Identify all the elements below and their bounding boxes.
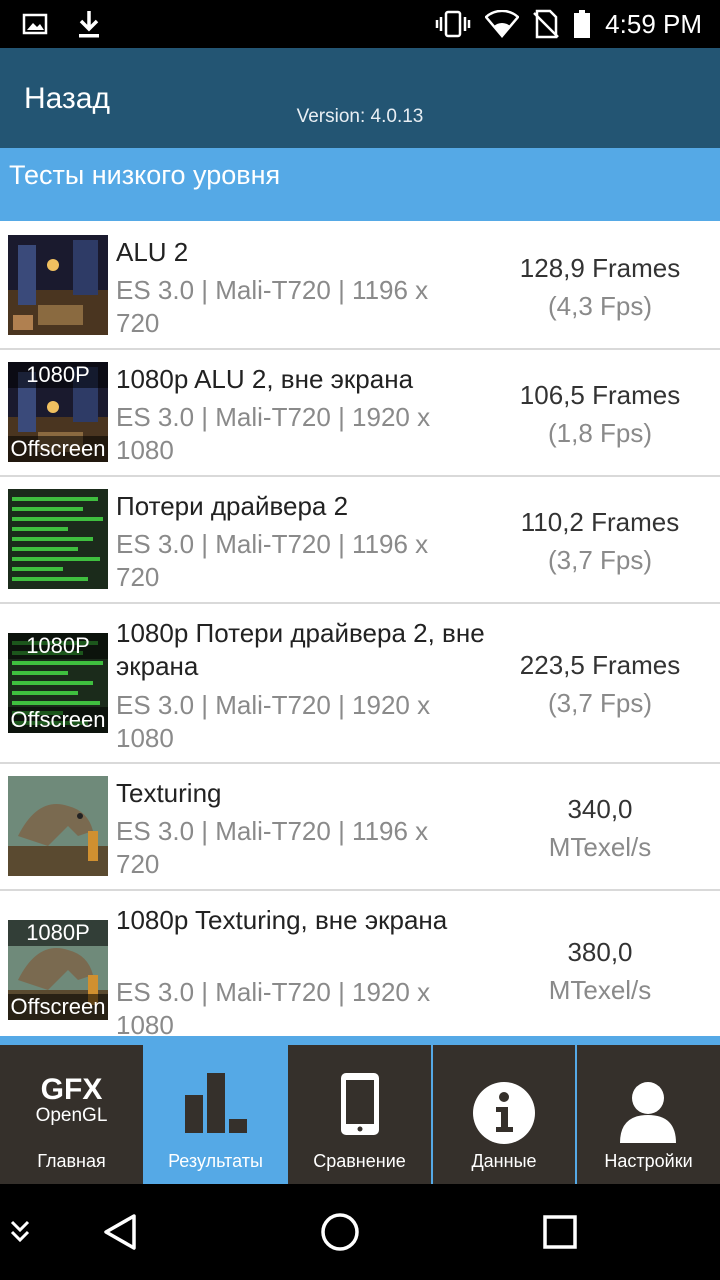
texturing-thumbnail <box>8 776 108 876</box>
tab-label: Данные <box>471 1151 537 1171</box>
result-value: 106,5 Frames <box>519 380 681 410</box>
result-secondary: (4,3 Fps) <box>547 291 653 321</box>
collapse-chevron-icon[interactable] <box>8 1219 32 1245</box>
test-title: 1080p ALU 2, вне экрана <box>116 364 414 394</box>
tab-label: Настройки <box>604 1151 693 1171</box>
offscreen-badge: Offscreen <box>8 436 108 462</box>
result-value: 223,5 Frames <box>519 650 681 680</box>
result-row[interactable]: 1080P Offscreen 1080p ALU 2, вне экрана … <box>0 350 720 477</box>
test-details: ES 3.0 | Mali-T720 | 1196 x 720 <box>116 816 429 879</box>
tab-label: Главная <box>37 1151 106 1171</box>
results-list[interactable]: ALU 2 ES 3.0 | Mali-T720 | 1196 x 720 12… <box>0 221 720 1036</box>
section-title: Тесты низкого уровня <box>9 160 281 190</box>
test-result: 128,9 Frames (4,3 Fps) <box>490 249 710 325</box>
resolution-badge: 1080P <box>8 920 108 946</box>
alu-thumbnail <box>8 235 108 335</box>
driver-thumbnail <box>8 489 108 589</box>
result-row[interactable]: 1080P Offscreen 1080p Потери драйвера 2,… <box>0 604 720 764</box>
result-secondary: MTexel/s <box>548 832 652 862</box>
test-details: ES 3.0 | Mali-T720 | 1920 x 1080 <box>116 402 431 465</box>
logo-main: GFX <box>40 1073 103 1106</box>
test-title: Потери драйвера 2 <box>116 491 349 521</box>
app-bar: Назад Version: 4.0.13 <box>0 48 720 148</box>
tab-data[interactable]: Данные <box>433 1045 575 1184</box>
no-sim-icon <box>533 9 560 39</box>
home-nav-icon[interactable] <box>319 1211 361 1253</box>
offscreen-badge: Offscreen <box>8 707 108 733</box>
back-nav-icon[interactable] <box>100 1212 140 1252</box>
tab-compare[interactable]: Сравнение <box>288 1045 431 1184</box>
download-notification-icon <box>79 11 99 38</box>
gfx-opengl-logo: GFX OpenGL <box>0 1075 143 1127</box>
test-result: 223,5 Frames (3,7 Fps) <box>490 646 710 722</box>
battery-icon <box>574 10 591 38</box>
test-result: 380,0 MTexel/s <box>490 933 710 1009</box>
status-bar: 4:59 PM <box>0 0 720 48</box>
test-title: 1080p Потери драйвера 2, вне экрана <box>116 618 485 681</box>
bottom-tab-bar: GFX OpenGL Главная Результаты Сравнение … <box>0 1036 720 1184</box>
wifi-icon <box>485 10 520 38</box>
alu-offscreen-thumbnail: 1080P Offscreen <box>8 362 108 462</box>
test-title: ALU 2 <box>116 237 189 267</box>
vibrate-icon <box>435 10 471 38</box>
phone-icon <box>341 1073 379 1135</box>
tab-label: Результаты <box>168 1151 263 1171</box>
test-title: Texturing <box>116 778 222 808</box>
result-row[interactable]: Texturing ES 3.0 | Mali-T720 | 1196 x 72… <box>0 764 720 891</box>
result-secondary: (3,7 Fps) <box>547 688 653 718</box>
result-row[interactable]: 1080P Offscreen 1080p Texturing, вне экр… <box>0 891 720 1036</box>
test-details: ES 3.0 | Mali-T720 | 1920 x 1080 <box>116 977 431 1036</box>
test-result: 340,0 MTexel/s <box>490 790 710 866</box>
result-secondary: (1,8 Fps) <box>547 418 653 448</box>
person-icon <box>620 1082 676 1143</box>
result-secondary: MTexel/s <box>548 975 652 1005</box>
tab-label: Сравнение <box>313 1151 406 1171</box>
bar-chart-icon <box>185 1073 247 1133</box>
result-row[interactable]: ALU 2 ES 3.0 | Mali-T720 | 1196 x 720 12… <box>0 221 720 350</box>
test-result: 106,5 Frames (1,8 Fps) <box>490 376 710 452</box>
result-row[interactable]: Потери драйвера 2 ES 3.0 | Mali-T720 | 1… <box>0 477 720 604</box>
test-details: ES 3.0 | Mali-T720 | 1196 x 720 <box>116 275 429 338</box>
section-header: Тесты низкого уровня <box>0 148 720 221</box>
test-details: ES 3.0 | Mali-T720 | 1196 x 720 <box>116 529 429 592</box>
image-notification-icon <box>22 13 48 35</box>
clock: 4:59 PM <box>605 8 702 39</box>
texturing-offscreen-thumbnail: 1080P Offscreen <box>8 920 108 1020</box>
tab-home[interactable]: GFX OpenGL Главная <box>0 1045 143 1184</box>
test-details: ES 3.0 | Mali-T720 | 1920 x 1080 <box>116 690 431 753</box>
version-label: Version: 4.0.13 <box>296 106 424 127</box>
result-secondary: (3,7 Fps) <box>547 545 653 575</box>
tab-results[interactable]: Результаты <box>145 1045 286 1184</box>
test-result: 110,2 Frames (3,7 Fps) <box>490 503 710 579</box>
logo-sub: OpenGL <box>35 1105 108 1126</box>
result-value: 380,0 <box>567 937 633 967</box>
tab-settings[interactable]: Настройки <box>577 1045 720 1184</box>
resolution-badge: 1080P <box>8 362 108 388</box>
result-value: 128,9 Frames <box>519 253 681 283</box>
offscreen-badge: Offscreen <box>8 994 108 1020</box>
result-value: 340,0 <box>567 794 633 824</box>
recents-nav-icon[interactable] <box>542 1214 578 1250</box>
test-title: 1080p Texturing, вне экрана <box>116 905 448 935</box>
system-nav-bar <box>0 1184 720 1280</box>
info-icon <box>473 1082 535 1144</box>
resolution-badge: 1080P <box>8 633 108 659</box>
result-value: 110,2 Frames <box>520 507 680 537</box>
driver-offscreen-thumbnail: 1080P Offscreen <box>8 633 108 733</box>
